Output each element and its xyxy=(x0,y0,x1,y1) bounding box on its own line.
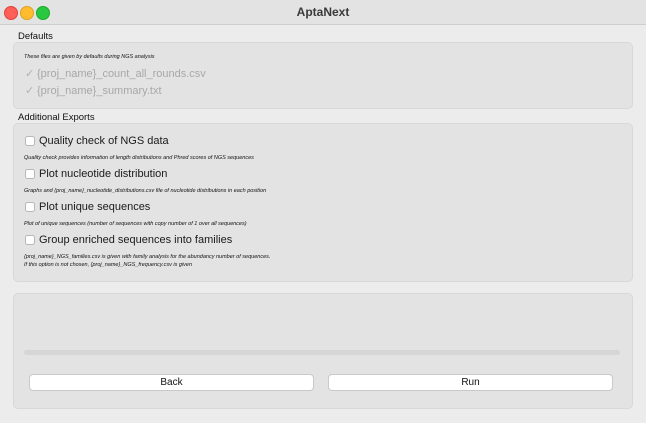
run-button[interactable]: Run xyxy=(328,374,613,391)
plot-unique-checkbox[interactable] xyxy=(25,202,35,212)
additional-exports-heading: Additional Exports xyxy=(18,112,95,123)
default-file-label: {proj_name}_summary.txt xyxy=(37,85,162,97)
plot-nucleotide-checkbox[interactable] xyxy=(25,169,35,179)
group-families-checkbox[interactable] xyxy=(25,235,35,245)
option-label[interactable]: Group enriched sequences into families xyxy=(39,234,232,246)
option-quality-check[interactable]: Quality check of NGS data xyxy=(25,135,169,147)
checkmark-icon: ✓ xyxy=(25,85,35,97)
default-file-count-all-rounds: ✓ {proj_name}_count_all_rounds.csv xyxy=(25,67,206,80)
default-file-label: {proj_name}_count_all_rounds.csv xyxy=(37,68,206,80)
option-group-families[interactable]: Group enriched sequences into families xyxy=(25,234,232,246)
defaults-note: These files are given by defaults during… xyxy=(24,54,155,60)
title-bar: AptaNext xyxy=(0,0,646,25)
option-note: Quality check provides information of le… xyxy=(24,155,254,161)
option-note: {proj_name}_NGS_families.csv is given wi… xyxy=(24,254,271,260)
option-plot-nucleotide[interactable]: Plot nucleotide distribution xyxy=(25,168,167,180)
back-button[interactable]: Back xyxy=(29,374,314,391)
option-label[interactable]: Plot unique sequences xyxy=(39,201,150,213)
option-note: Graphs and {proj_name}_nucleotide_distri… xyxy=(24,188,267,194)
option-label[interactable]: Plot nucleotide distribution xyxy=(39,168,167,180)
progress-bar xyxy=(24,350,620,355)
quality-check-checkbox[interactable] xyxy=(25,136,35,146)
window-title: AptaNext xyxy=(296,5,350,19)
option-label[interactable]: Quality check of NGS data xyxy=(39,135,169,147)
option-plot-unique[interactable]: Plot unique sequences xyxy=(25,201,150,213)
checkmark-icon: ✓ xyxy=(25,68,35,80)
option-note: Plot of unique sequences (number of sequ… xyxy=(24,221,247,227)
option-note-secondary: If this option is not chosen, {proj_name… xyxy=(24,262,193,268)
defaults-heading: Defaults xyxy=(18,31,53,42)
default-file-summary: ✓ {proj_name}_summary.txt xyxy=(25,84,162,97)
